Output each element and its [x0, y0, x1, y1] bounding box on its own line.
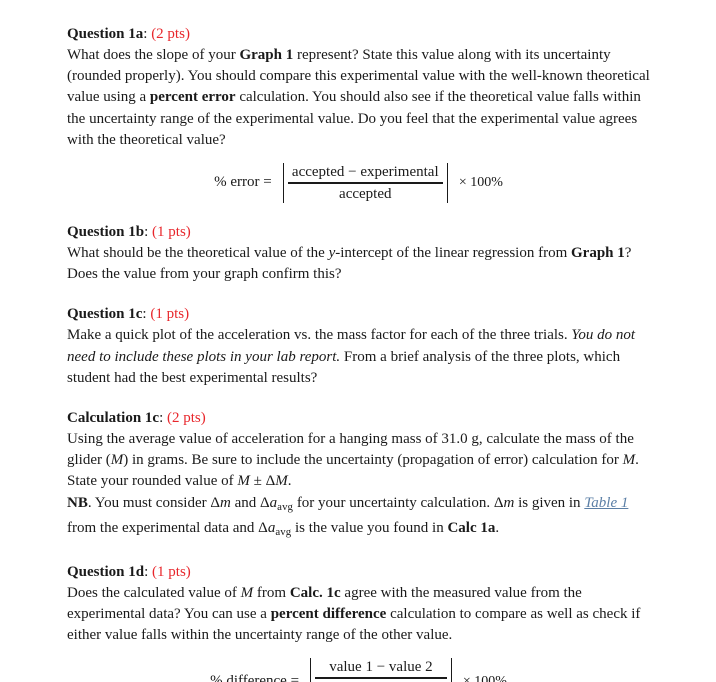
- section-body-question-1a: What does the slope of your Graph 1 repr…: [67, 45, 650, 151]
- fraction: value 1 − value 2 1 2 (value 1 + value 2…: [315, 658, 447, 682]
- points-badge: (1 pts): [152, 563, 191, 580]
- note-text: is given in: [514, 494, 585, 511]
- fraction-numerator: accepted − experimental: [291, 164, 439, 181]
- note-text: . You must consider Δ: [87, 494, 221, 511]
- absolute-bar-right: [450, 658, 452, 682]
- heading-label: Calculation 1c: [67, 409, 160, 426]
- heading-colon: :: [142, 306, 147, 323]
- points-badge: (2 pts): [151, 26, 190, 42]
- math-variable-M: M: [622, 452, 636, 469]
- body-emphasis-calc-1c: Calc. 1c: [289, 584, 341, 601]
- math-variable-M: M: [240, 584, 254, 601]
- absolute-bar-left: [310, 658, 312, 682]
- body-text: -intercept of the linear regression from: [335, 244, 571, 261]
- equation-lhs: % difference =: [210, 673, 300, 682]
- absolute-value-group: value 1 − value 2 1 2 (value 1 + value 2…: [306, 658, 456, 682]
- section-question-1c: Question 1c: (1 pts) Make a quick plot o…: [67, 304, 650, 389]
- heading-label: Question 1d: [67, 563, 145, 580]
- section-question-1d: Question 1d: (1 pts) Does the calculated…: [67, 562, 650, 647]
- fraction-denominator: accepted: [339, 185, 392, 202]
- body-text: What should be the theoretical value of …: [67, 244, 329, 261]
- note-text: .: [495, 519, 500, 536]
- points-badge: (2 pts): [167, 409, 206, 426]
- heading-colon: :: [143, 26, 148, 42]
- heading-label: Question 1b: [67, 223, 145, 240]
- section-body-question-1c: Make a quick plot of the acceleration vs…: [67, 325, 650, 389]
- math-variable-m: m: [220, 494, 231, 511]
- body-text-delta: ± Δ: [249, 473, 276, 490]
- body-emphasis-percent-error: percent error: [149, 89, 236, 106]
- points-badge: (1 pts): [150, 306, 190, 323]
- cross-reference-table-1[interactable]: Table 1: [584, 495, 628, 511]
- section-heading-question-1c: Question 1c: (1 pts): [67, 304, 650, 325]
- points-badge: (1 pts): [152, 223, 191, 240]
- equation-rhs: × 100%: [458, 174, 503, 190]
- document-page: Question 1a: (2 pts) What does the slope…: [0, 0, 716, 682]
- body-emphasis-graph-1: Graph 1: [239, 47, 294, 63]
- math-variable-m: m: [503, 494, 515, 511]
- fraction-numerator: value 1 − value 2: [329, 659, 433, 676]
- section-heading-question-1b: Question 1b: (1 pts): [67, 222, 650, 243]
- section-question-1a: Question 1a: (2 pts) What does the slope…: [67, 24, 650, 151]
- section-body-question-1d: Does the calculated value of M from Calc…: [67, 583, 650, 647]
- math-variable-M: M: [237, 473, 250, 490]
- section-body-calculation-1c: Using the average value of acceleration …: [67, 429, 650, 493]
- heading-colon: :: [159, 409, 164, 426]
- note-label-nb: NB: [67, 494, 88, 511]
- section-body-question-1b: What should be the theoretical value of …: [67, 243, 650, 285]
- subscript-avg: avg: [275, 525, 292, 538]
- section-heading-question-1d: Question 1d: (1 pts): [67, 562, 650, 583]
- heading-label: Question 1c: [67, 306, 143, 323]
- fraction: accepted − experimental accepted: [287, 163, 443, 203]
- absolute-bar-left: [282, 163, 284, 203]
- body-text: from: [253, 584, 290, 601]
- body-emphasis-graph-1: Graph 1: [571, 244, 625, 261]
- section-note-calculation-1c: NB. You must consider Δm and Δaavg for y…: [67, 493, 650, 543]
- note-text: and Δ: [230, 494, 270, 511]
- equation-percent-difference: % difference = value 1 − value 2 1 2 (va…: [67, 658, 650, 682]
- body-text: Does the calculated value of: [67, 584, 241, 601]
- section-question-1b: Question 1b: (1 pts) What should be the …: [67, 222, 650, 285]
- body-text: What does the slope of your: [67, 47, 240, 63]
- body-text: .: [287, 473, 292, 490]
- equation-percent-error: % error = accepted − experimental accept…: [67, 163, 650, 203]
- section-heading-question-1a: Question 1a: (2 pts): [67, 24, 650, 45]
- absolute-value-group: accepted − experimental accepted: [279, 163, 452, 203]
- subscript-avg: avg: [277, 500, 294, 513]
- math-variable-M: M: [110, 452, 124, 469]
- equation-rhs: × 100%: [462, 673, 507, 682]
- note-text: for your uncertainty calculation. Δ: [293, 494, 504, 511]
- heading-colon: :: [144, 223, 149, 240]
- note-emphasis-calc-1a: Calc 1a: [447, 519, 496, 536]
- body-emphasis-percent-difference: percent difference: [270, 605, 387, 622]
- body-text: ) in grams. Be sure to include the uncer…: [123, 452, 623, 469]
- math-variable-M: M: [275, 473, 288, 490]
- section-heading-calculation-1c: Calculation 1c: (2 pts): [67, 408, 650, 429]
- body-text: Make a quick plot of the acceleration vs…: [67, 327, 572, 344]
- equation-lhs: % error =: [214, 174, 272, 191]
- note-text: is the value you found in: [291, 519, 448, 536]
- note-text: from the experimental data and Δ: [67, 519, 268, 536]
- heading-colon: :: [144, 563, 149, 580]
- section-calculation-1c: Calculation 1c: (2 pts) Using the averag…: [67, 408, 650, 543]
- heading-label: Question 1a: [67, 26, 144, 42]
- absolute-bar-right: [446, 163, 448, 203]
